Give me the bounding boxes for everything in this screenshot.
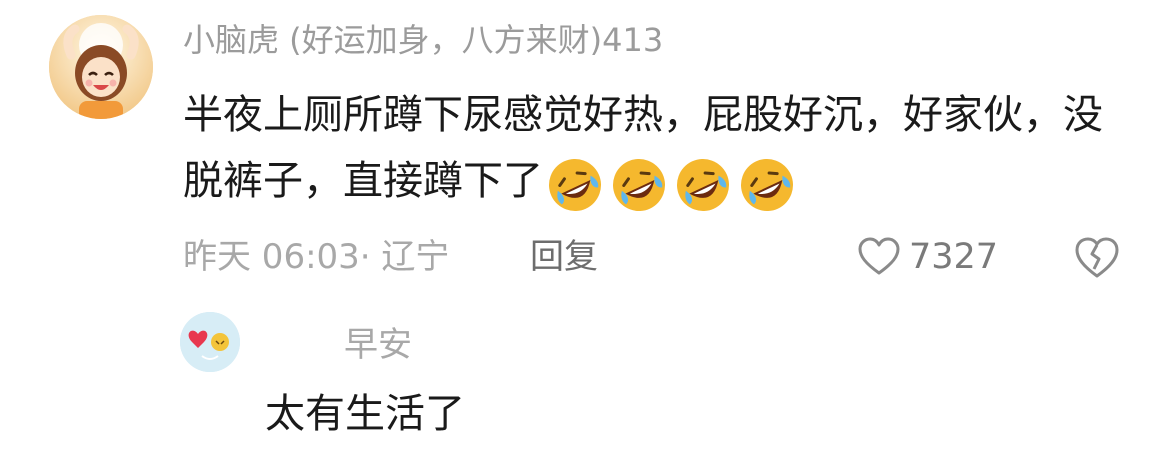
comment-meta: 昨天 06:03· 辽宁 — [183, 237, 450, 277]
reply-username[interactable]: 早安 — [344, 322, 412, 368]
reply-button[interactable]: 回复 — [530, 234, 598, 280]
comment-username[interactable]: 小脑虎 (好运加身，八方来财)413 — [183, 18, 663, 62]
reply-text: 太有生活了 — [265, 391, 465, 437]
reply-avatar[interactable] — [180, 312, 240, 372]
rolling-laughing-emoji-icon — [741, 159, 793, 211]
avatar[interactable] — [49, 15, 153, 119]
comment-body: 半夜上厕所蹲下尿感觉好热，屁股好沉，好家伙，没脱裤子，直接蹲下了 — [183, 82, 1123, 216]
broken-heart-outline-icon[interactable] — [1073, 236, 1121, 280]
like-button[interactable]: 7327 — [857, 234, 998, 280]
emoji-row — [545, 150, 801, 216]
rolling-laughing-emoji-icon — [549, 159, 601, 211]
rolling-laughing-emoji-icon — [677, 159, 729, 211]
like-count: 7327 — [909, 237, 999, 277]
heart-outline-icon — [858, 237, 900, 275]
rolling-laughing-emoji-icon — [613, 159, 665, 211]
